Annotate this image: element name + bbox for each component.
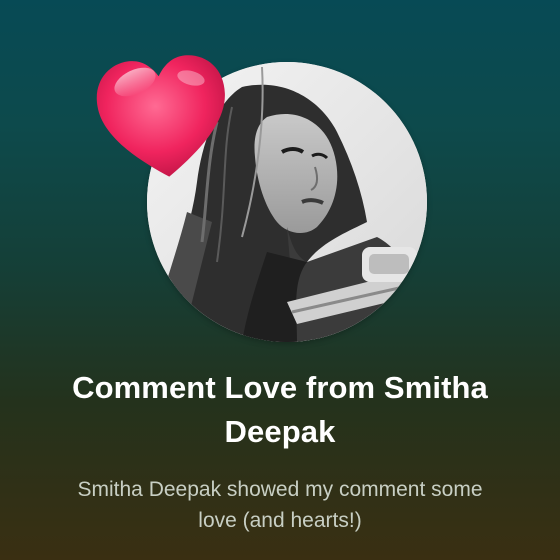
card-title: Comment Love from Smitha Deepak <box>72 370 488 449</box>
heart-icon <box>93 52 233 182</box>
comment-love-card: Comment Love from Smitha Deepak Smitha D… <box>0 0 560 560</box>
card-subtitle: Smitha Deepak showed my comment some lov… <box>77 478 483 532</box>
